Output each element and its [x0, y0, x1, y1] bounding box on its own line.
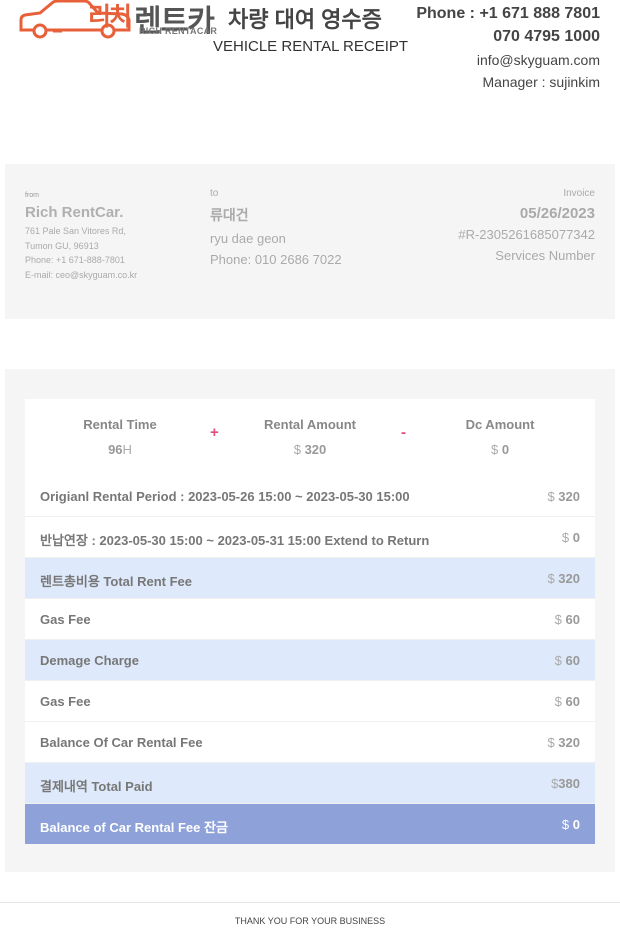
contact-email: info@skyguam.com	[476, 52, 600, 68]
dc-amount-value: 0	[501, 442, 510, 457]
rental-summary: Rental Time 96H + Rental Amount $ 320 - …	[25, 399, 595, 476]
dc-amount-value-line: $ 0	[405, 442, 595, 457]
fee-row-label: Gas Fee	[40, 612, 91, 627]
to-customer-name-en: ryu dae geon	[210, 231, 286, 246]
to-customer-name: 류대건	[210, 207, 249, 223]
fee-amount: 60	[565, 612, 580, 627]
fee-row-label: 렌트총비용 Total Rent Fee	[40, 574, 193, 589]
fee-row-total-rent: 렌트총비용 Total Rent Fee $ 320	[25, 558, 595, 599]
contact-phone-2: 070 4795 1000	[493, 28, 600, 45]
rental-amount-block: Rental Amount $ 320	[215, 417, 405, 457]
fee-amount: 380	[558, 776, 580, 791]
invoice-label: Invoice	[563, 188, 595, 199]
from-address-line-2: Tumon GU, 96913	[25, 240, 99, 251]
from-address-line-1: 761 Pale San Vitores Rd,	[25, 226, 126, 236]
from-section: from Rich RentCar. 761 Pale San Vitores …	[25, 192, 137, 282]
rental-amount-value-line: $ 320	[215, 442, 405, 457]
fee-row-label: Balance of Car Rental Fee 잔금	[40, 820, 228, 835]
fee-row-label: 결제내역 Total Paid	[40, 779, 153, 794]
from-email: E-mail: ceo@skyguam.co.kr	[25, 269, 138, 280]
fee-row-total-paid: 결제내역 Total Paid $380	[25, 763, 595, 804]
fee-row-label: Gas Fee	[40, 694, 91, 709]
currency-symbol: $	[547, 571, 555, 586]
rental-time-value-line: 96H	[25, 442, 215, 457]
fee-row-original-period: Origianl Rental Period : 2023-05-26 15:0…	[25, 476, 595, 517]
rental-time-unit: H	[122, 442, 132, 457]
fee-row-balance: Balance Of Car Rental Fee $ 320	[25, 722, 595, 763]
fee-row-label: Balance Of Car Rental Fee	[40, 735, 203, 750]
footer-thanks: THANK YOU FOR YOUR BUSINESS	[234, 916, 386, 926]
receipt-title-ko: 차량 대여 영수증	[228, 7, 382, 32]
dc-amount-label: Dc Amount	[465, 417, 535, 432]
fee-row-value: $ 60	[555, 694, 580, 709]
dc-amount-currency: $	[490, 442, 499, 457]
receipt-title-en: VEHICLE RENTAL RECEIPT	[213, 38, 409, 55]
invoice-section: Invoice 05/26/2023 #R-2305261685077342 S…	[458, 188, 595, 263]
fee-row-value: $380	[551, 776, 580, 791]
invoice-number: #R-2305261685077342	[458, 227, 595, 242]
fee-row-gas-2: Gas Fee $ 60	[25, 681, 595, 722]
billing-info-panel: from Rich RentCar. 761 Pale San Vitores …	[5, 164, 615, 319]
rental-time-label: Rental Time	[83, 417, 157, 432]
fee-panel: Rental Time 96H + Rental Amount $ 320 - …	[5, 369, 615, 872]
fee-amount: 0	[572, 530, 580, 545]
logo-text-en: RICH RENTACAR	[139, 26, 218, 36]
invoice-date: 05/26/2023	[519, 205, 595, 222]
fee-row-value: $ 320	[547, 735, 580, 750]
fee-row-balance-due: Balance of Car Rental Fee 잔금 $ 0	[25, 804, 595, 844]
currency-symbol: $	[561, 817, 570, 832]
rental-amount-label: Rental Amount	[264, 417, 356, 432]
fee-row-value: $ 60	[555, 612, 580, 627]
from-company-name: Rich RentCar.	[25, 204, 124, 221]
currency-symbol: $	[554, 694, 562, 709]
rental-amount-currency: $	[293, 442, 301, 457]
rental-time-value: 96	[108, 442, 123, 457]
fee-row-label: Origianl Rental Period : 2023-05-26 15:0…	[40, 489, 410, 504]
rental-time-block: Rental Time 96H	[25, 417, 215, 457]
fee-row-gas: Gas Fee $ 60	[25, 599, 595, 640]
currency-symbol: $	[547, 489, 555, 504]
dc-amount-block: Dc Amount $ 0	[405, 417, 595, 457]
company-contact: Phone : +1 671 888 7801 070 4795 1000 in…	[416, 4, 600, 92]
fee-amount: 320	[558, 735, 580, 750]
to-label: to	[210, 188, 219, 199]
fee-row-value: $ 320	[547, 571, 580, 586]
fee-amount: 320	[558, 571, 580, 586]
fee-row-value: $ 0	[562, 817, 580, 832]
to-phone: Phone: 010 2686 7022	[210, 252, 342, 267]
fee-row-value: $ 0	[562, 530, 580, 545]
fee-row-label: Demage Charge	[40, 653, 139, 668]
fee-amount: 60	[565, 694, 580, 709]
contact-phone-1: Phone : +1 671 888 7801	[416, 5, 600, 22]
to-section: to 류대건 ryu dae geon Phone: 010 2686 7022	[210, 188, 342, 267]
receipt-header: 리치 렌트카 RICH RENTACAR 차량 대여 영수증 VEHICLE R…	[0, 0, 620, 110]
fee-amount: 60	[565, 653, 580, 668]
footer-divider	[0, 902, 620, 903]
fee-amount: 0	[572, 817, 580, 832]
rental-amount-value: 320	[304, 442, 327, 457]
currency-symbol: $	[561, 530, 570, 545]
fee-row-extension: 반납연장 : 2023-05-30 15:00 ~ 2023-05-31 15:…	[25, 517, 595, 558]
fee-row-value: $ 60	[555, 653, 580, 668]
from-phone: Phone: +1 671-888-7801	[25, 255, 125, 265]
company-logo: 리치 렌트카 RICH RENTACAR	[18, 0, 220, 40]
fee-card: Rental Time 96H + Rental Amount $ 320 - …	[25, 399, 595, 844]
from-label: from	[25, 192, 39, 199]
fee-row-damage: Demage Charge $ 60	[25, 640, 595, 681]
currency-symbol: $	[554, 612, 562, 627]
fee-amount: 320	[558, 489, 580, 504]
fee-row-value: $ 320	[547, 489, 580, 504]
logo-text-rich: 리치	[88, 3, 132, 31]
fee-row-label: 반납연장 : 2023-05-30 15:00 ~ 2023-05-31 15:…	[40, 533, 430, 548]
currency-symbol: $	[547, 735, 555, 750]
currency-symbol: $	[554, 653, 562, 668]
contact-manager: Manager : sujinkim	[482, 74, 601, 90]
services-number-label: Services Number	[495, 248, 595, 263]
